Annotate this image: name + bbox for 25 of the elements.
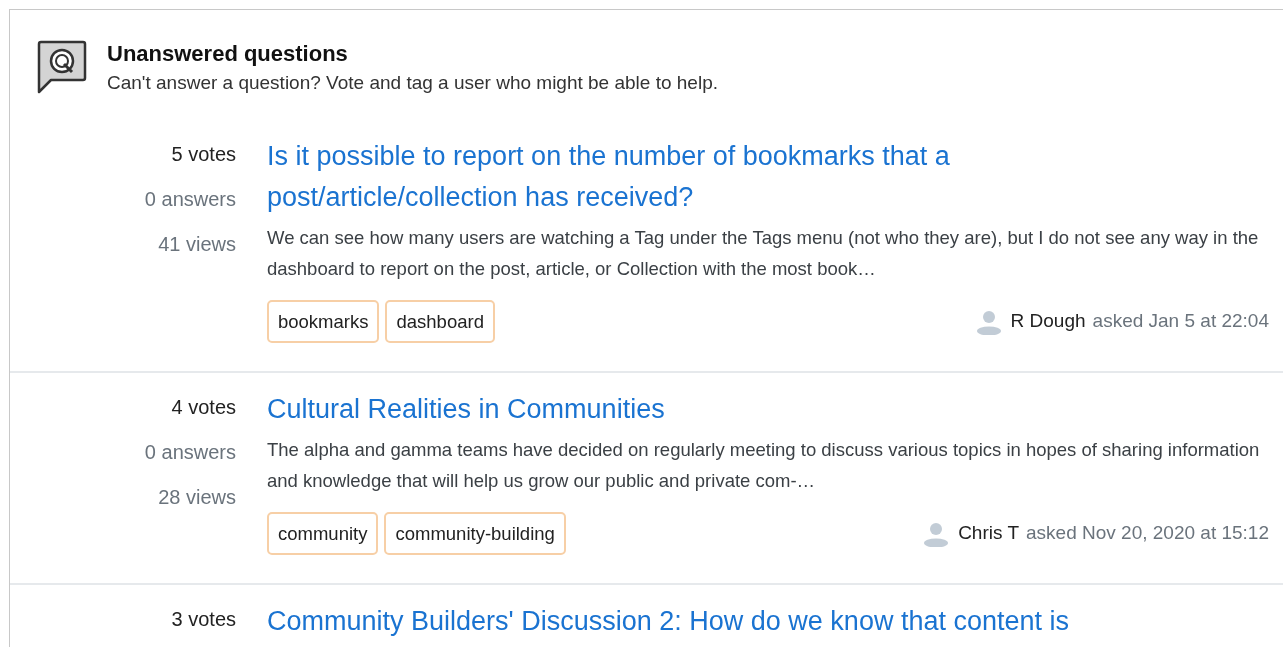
question-excerpt: The alpha and gamma teams have decided on regularly meeting to discuss various topics in hopes of sharing information and knowledge that will help us grow our public and private com-…: [267, 438, 1261, 493]
question-title-link[interactable]: Is it possible to report on the number of bookmarks that a post/article/collection has received?: [267, 136, 1097, 218]
author-name[interactable]: Chris T: [958, 519, 1020, 548]
panel-title: Unanswered questions: [107, 40, 349, 68]
author-name[interactable]: R Dough: [1010, 307, 1086, 336]
tag-chip[interactable]: community-building: [384, 512, 566, 555]
question-title-link[interactable]: Cultural Realities in Communities: [267, 389, 1097, 430]
question-title-link[interactable]: Community Builders' Discussion 2: How do we know that content is: [267, 601, 1097, 642]
user-avatar-icon: [923, 520, 950, 547]
asked-time: asked Jan 5 at 22:04: [1092, 309, 1269, 334]
answer-count: 0 answers: [144, 440, 236, 465]
view-count: 28 views: [158, 485, 236, 510]
vote-count: 5 votes: [171, 142, 236, 167]
answer-count: 0 answers: [144, 187, 236, 212]
vote-count: 4 votes: [171, 395, 236, 420]
tag-chip[interactable]: bookmarks: [267, 300, 380, 343]
user-avatar-icon: [975, 308, 1002, 335]
tag-chip[interactable]: dashboard: [385, 300, 495, 343]
view-count: 41 views: [158, 232, 236, 257]
panel-subtitle: Can't answer a question? Vote and tag a user who might be able to help.: [107, 71, 718, 95]
asked-time: asked Nov 20, 2020 at 15:12: [1026, 521, 1269, 546]
tag-chip[interactable]: community: [267, 512, 379, 555]
vote-count: 3 votes: [171, 607, 236, 632]
question-excerpt: We can see how many users are watching a Tag under the Tags menu (not who they are), but I do not see any way in the dashboard to report on the post, article, or Collection with the most book…: [267, 226, 1260, 281]
question-bubble-icon: [37, 40, 87, 94]
